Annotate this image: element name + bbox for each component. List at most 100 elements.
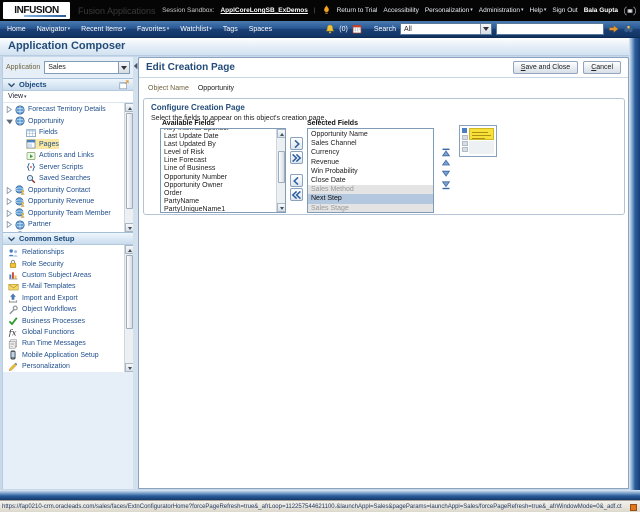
nav-item-home[interactable]: Home [7,26,26,33]
common-setup-scrollbar[interactable] [124,245,133,372]
common-setup-accordion-header[interactable]: Common Setup [3,232,133,245]
browser-status-bar: https://fap0210-crm.oracleads.com/sales/… [0,500,640,512]
cancel-button[interactable]: Cancel [583,61,621,74]
available-field-partyuniquename1[interactable]: PartyUniqueName1 [161,206,276,213]
scroll-down-button[interactable] [277,203,286,212]
common-setup-item-global-functions[interactable]: fxGlobal Functions [3,327,124,338]
selected-field-close-date[interactable]: Close Date [308,176,433,185]
available-field-line-forecast[interactable]: Line Forecast [161,157,276,165]
common-setup-item-business-processes[interactable]: Business Processes [3,315,124,326]
topbar-link-administration[interactable]: Administration▾ [479,7,524,14]
tree-scrollbar[interactable] [124,103,133,232]
selected-field-next-step[interactable]: Next Step [308,194,433,203]
move-all-left-button[interactable] [290,188,303,201]
common-setup-item-import-and-export[interactable]: Import and Export [3,293,124,304]
available-field-partyname[interactable]: PartyName [161,198,276,206]
nav-item-spaces[interactable]: Spaces [249,26,272,33]
topbar-link-personalization[interactable]: Personalization▾ [425,7,473,14]
search-scope-select[interactable]: All [400,23,492,35]
scroll-up-button[interactable] [125,103,133,112]
nav-item-watchlist[interactable]: Watchlist▾ [180,26,212,33]
objects-tree: Forecast Territory Details Opportunity Fie… [3,103,133,232]
selected-field-currency[interactable]: Currency [308,148,433,157]
move-right-button[interactable] [290,137,303,150]
selected-field-revenue[interactable]: Revenue [308,158,433,167]
scroll-thumb[interactable] [126,255,133,329]
common-setup-item-run-time-messages[interactable]: Run Time Messages [3,338,124,349]
dropdown-arrow-icon[interactable] [480,24,491,34]
selected-field-win-probability[interactable]: Win Probability [308,167,433,176]
available-field-opportunity-owner[interactable]: Opportunity Owner [161,182,276,190]
available-field-level-of-risk[interactable]: Level of Risk [161,149,276,157]
objects-accordion-header[interactable]: Objects [3,78,133,91]
available-field-line-of-business[interactable]: Line of Business [161,165,276,173]
topbar-link-return-to-trial[interactable]: Return to Trial [337,7,378,14]
available-field-last-update-date[interactable]: Last Update Date [161,133,276,141]
common-setup-item-personalization[interactable]: Personalization [3,361,124,372]
move-to-bottom-button[interactable] [440,181,452,190]
save-and-close-button[interactable]: Save and Close [513,61,578,74]
global-search-input[interactable] [496,23,604,35]
selected-field-opportunity-name[interactable]: Opportunity Name [308,130,433,139]
logo-underline [24,15,66,17]
nav-item-navigator[interactable]: Navigator▾ [37,26,70,33]
common-setup-list: RelationshipsRole SecurityCustom Subject… [3,245,133,372]
selected-field-sales-channel[interactable]: Sales Channel [308,139,433,148]
session-sandbox-link[interactable]: ApplCoreLongSB_ExDemos [220,7,307,14]
common-setup-item-role-security[interactable]: Role Security [3,258,124,269]
logo-tagline: Fusion Applications [78,6,156,16]
nav-item-recent-items[interactable]: Recent Items▾ [81,26,126,33]
topbar-link-sign-out[interactable]: Sign Out [552,7,577,14]
dropdown-arrow-icon[interactable] [118,62,129,73]
application-select[interactable]: Sales [44,61,130,74]
scroll-thumb[interactable] [278,151,285,183]
scroll-thumb[interactable] [126,113,133,209]
common-setup-item-mobile-application-setup[interactable]: Mobile Application Setup [3,350,124,361]
object-name-label: Object Name [148,85,189,92]
move-left-button[interactable] [290,174,303,187]
tree-item-opportunity[interactable]: Opportunity [3,116,124,128]
topbar-link-help[interactable]: Help▾ [530,7,547,14]
tree-item-fields[interactable]: Fields [3,127,124,139]
common-setup-item-object-workflows[interactable]: Object Workflows [3,304,124,315]
scroll-up-button[interactable] [277,129,286,138]
selected-field-sales-method[interactable]: Sales Method [308,185,433,194]
tree-item-forecast-territory-details[interactable]: Forecast Territory Details [3,104,124,116]
topbar-link-accessibility[interactable]: Accessibility [383,7,418,14]
view-menu-button[interactable]: View [8,93,23,100]
tree-item-opportunity-team-member[interactable]: Opportunity Team Member [3,208,124,220]
tree-item-opportunity-contact[interactable]: Opportunity Contact [3,185,124,197]
move-all-right-button[interactable] [290,151,303,164]
nav-item-favorites[interactable]: Favorites▾ [137,26,169,33]
available-field-last-updated-by[interactable]: Last Updated By [161,141,276,149]
tree-item-label: Server Scripts [39,164,83,171]
selected-field-sales-stage[interactable]: Sales Stage [308,204,433,213]
common-setup-item-relationships[interactable]: Relationships [3,247,124,258]
scroll-down-button[interactable] [125,223,133,232]
scroll-up-button[interactable] [125,245,133,254]
move-up-button[interactable] [440,159,452,168]
move-down-button[interactable] [440,170,452,179]
object-icon [15,116,25,126]
common-setup-item-e-mail-templates[interactable]: E-Mail Templates [3,281,124,292]
available-field-order[interactable]: Order [161,190,276,198]
tree-item-partner[interactable]: Partner [3,219,124,231]
move-to-top-button[interactable] [440,148,452,157]
available-field-opportunity-number[interactable]: Opportunity Number [161,174,276,182]
notification-count[interactable]: (0) [339,26,348,33]
tree-item-opportunity-revenue[interactable]: Opportunity Revenue [3,196,124,208]
tree-item-saved-searches[interactable]: Saved Searches [3,173,124,185]
nav-item-tags[interactable]: Tags [223,26,238,33]
selected-fields-listbox[interactable]: Opportunity NameSales ChannelCurrencyRev… [307,128,434,213]
tree-item-pages[interactable]: Pages [3,139,124,151]
common-setup-item-custom-subject-areas[interactable]: Custom Subject Areas [3,270,124,281]
tree-item-actions-and-links[interactable]: Actions and Links [3,150,124,162]
tree-item-server-scripts[interactable]: Server Scripts [3,162,124,174]
available-fields-scrollbar[interactable] [276,129,285,212]
object-icon [15,231,25,232]
user-name: Bala Gupta [584,7,618,14]
tree-item-label: Opportunity [28,118,64,125]
tree-item-item[interactable] [3,231,124,233]
available-fields-listbox[interactable]: Key Internal SponsorLast Update DateLast… [160,128,286,213]
scroll-down-button[interactable] [125,363,133,372]
